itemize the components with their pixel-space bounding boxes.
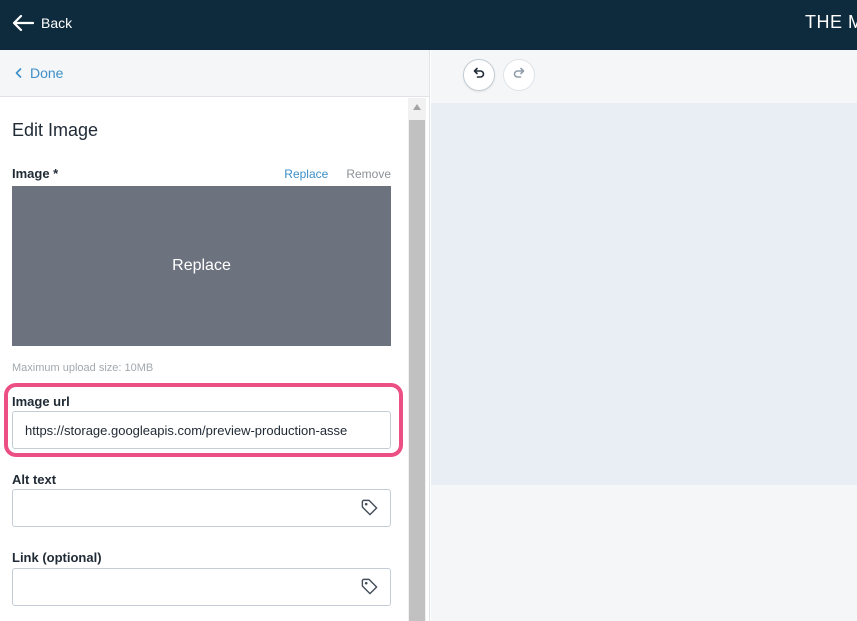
back-button[interactable]: Back (12, 11, 72, 35)
tag-icon[interactable] (360, 577, 379, 601)
back-label: Back (41, 15, 73, 31)
remove-link[interactable]: Remove (346, 167, 391, 181)
done-button[interactable]: Done (15, 65, 63, 81)
redo-button[interactable] (503, 59, 535, 91)
edit-image-panel: Done Edit Image Image * Replace Remove R… (0, 50, 430, 621)
preview-section (431, 103, 857, 485)
arrow-left-icon (12, 14, 34, 32)
triangle-up-icon[interactable] (408, 98, 426, 116)
replace-link[interactable]: Replace (284, 167, 328, 181)
panel-scrollbar[interactable] (408, 98, 426, 621)
done-bar: Done (0, 50, 429, 97)
link-input[interactable] (12, 568, 391, 606)
preview-canvas (431, 50, 857, 621)
scrollbar-thumb[interactable] (409, 120, 425, 621)
done-label: Done (30, 65, 64, 81)
top-bar: Back THE M (0, 0, 857, 50)
link-label: Link (optional) (12, 550, 102, 565)
image-url-label: Image url (12, 394, 70, 409)
redo-icon (512, 66, 526, 85)
image-actions: Replace Remove (284, 167, 391, 181)
image-url-input[interactable] (12, 411, 391, 449)
panel-scroll-content: Edit Image Image * Replace Remove Replac… (0, 98, 408, 621)
preview-lower-area (431, 485, 857, 621)
alt-text-input[interactable] (12, 489, 391, 527)
image-replace-label: Replace (172, 257, 231, 274)
image-label: Image * (12, 166, 59, 181)
alt-text-label: Alt text (12, 472, 57, 487)
app-title: THE M (805, 12, 857, 32)
image-preview-replace[interactable]: Replace (12, 186, 391, 346)
chevron-left-icon (15, 65, 22, 81)
panel-title: Edit Image (12, 120, 99, 140)
undo-icon (472, 66, 486, 85)
undo-button[interactable] (463, 59, 495, 91)
tag-icon[interactable] (360, 498, 379, 522)
upload-size-hint: Maximum upload size: 10MB (12, 362, 154, 374)
